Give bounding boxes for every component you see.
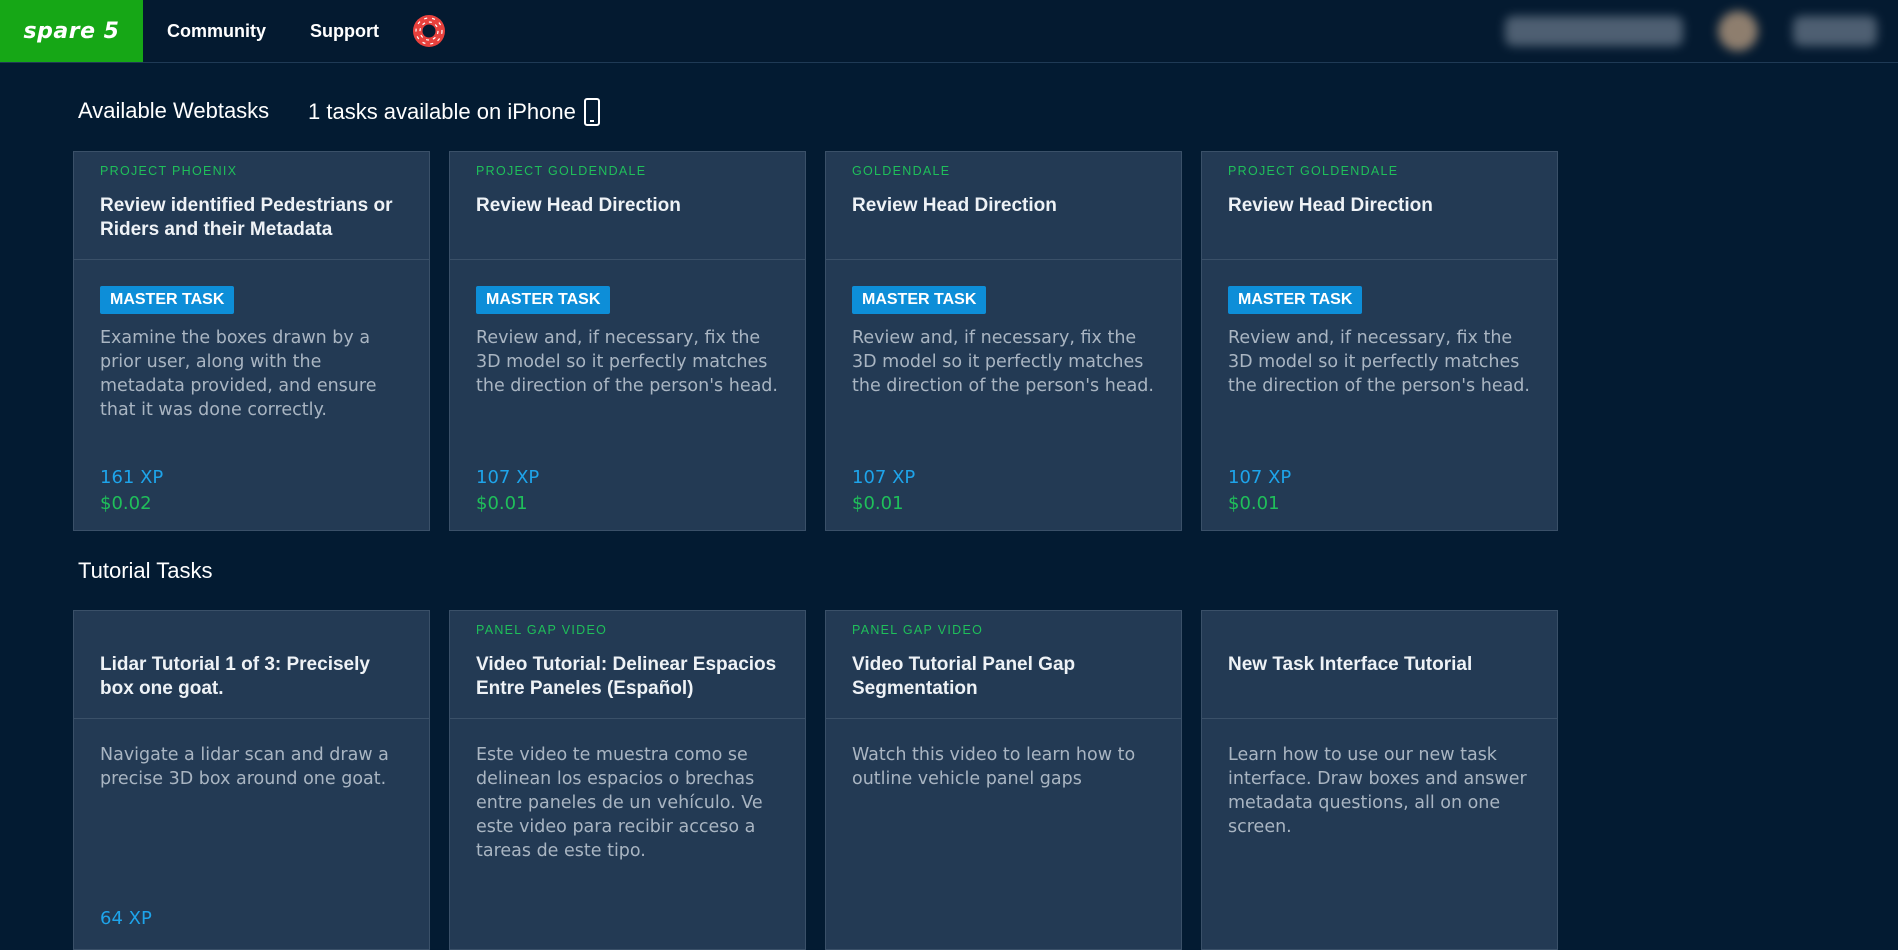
card-project-label: PROJECT PHOENIX — [100, 164, 238, 178]
card-title: Video Tutorial: Delinear Espacios Entre … — [476, 654, 777, 699]
card-description: Examine the boxes drawn by a prior user,… — [100, 328, 377, 420]
card-title: Review identified Pedestrians or Riders … — [100, 195, 393, 240]
available-webtasks-heading: Available Webtasks — [78, 98, 270, 123]
iphone-tasks-label: 1 tasks available on iPhone — [308, 99, 576, 124]
spare5-logo[interactable]: spare 5 — [0, 0, 143, 62]
card-header: New Task Interface Tutorial — [1202, 611, 1557, 719]
card-project-label: GOLDENDALE — [852, 164, 951, 178]
webtask-card[interactable]: PROJECT PHOENIX Review identified Pedest… — [73, 151, 430, 531]
card-project-label: PROJECT GOLDENDALE — [476, 164, 647, 178]
card-xp: 64 XP — [100, 908, 152, 929]
card-body: MASTER TASK Examine the boxes drawn by a… — [74, 260, 429, 422]
card-description: Review and, if necessary, fix the 3D mod… — [852, 328, 1154, 396]
blurred-balance — [1793, 16, 1877, 46]
master-task-badge: MASTER TASK — [100, 286, 235, 314]
card-project-label: PROJECT GOLDENDALE — [1228, 164, 1399, 178]
iphone-tasks-link[interactable]: 1 tasks available on iPhone — [308, 98, 600, 126]
card-title: Video Tutorial Panel Gap Segmentation — [852, 654, 1076, 699]
card-description: Watch this video to learn how to outline… — [852, 745, 1136, 789]
card-header: GOLDENDALE Review Head Direction — [826, 152, 1181, 260]
card-description: Review and, if necessary, fix the 3D mod… — [1228, 328, 1530, 396]
card-body: MASTER TASK Review and, if necessary, fi… — [450, 260, 805, 398]
card-header: PROJECT PHOENIX Review identified Pedest… — [74, 152, 429, 260]
tutorial-card[interactable]: New Task Interface Tutorial Learn how to… — [1201, 610, 1558, 950]
card-header: PANEL GAP VIDEO Video Tutorial: Delinear… — [450, 611, 805, 719]
card-pay: $0.02 — [100, 493, 152, 514]
card-title: Review Head Direction — [1228, 195, 1433, 216]
card-header: PROJECT GOLDENDALE Review Head Direction — [1202, 152, 1557, 260]
webtask-card[interactable]: GOLDENDALE Review Head Direction MASTER … — [825, 151, 1182, 531]
card-project-label — [100, 623, 403, 641]
card-description: Navigate a lidar scan and draw a precise… — [100, 745, 389, 789]
blurred-phone-number — [1505, 16, 1683, 46]
card-header: PANEL GAP VIDEO Video Tutorial Panel Gap… — [826, 611, 1181, 719]
webtask-card[interactable]: PROJECT GOLDENDALE Review Head Direction… — [1201, 151, 1558, 531]
top-navigation-bar: spare 5 Community Support — [0, 0, 1898, 63]
card-xp: 161 XP — [100, 467, 164, 488]
card-xp: 107 XP — [1228, 467, 1292, 488]
nav-support-link[interactable]: Support — [310, 0, 379, 62]
card-description: Este video te muestra como se delinean l… — [476, 745, 763, 861]
card-body: Navigate a lidar scan and draw a precise… — [74, 719, 429, 791]
card-pay: $0.01 — [852, 493, 904, 514]
master-task-badge: MASTER TASK — [1228, 286, 1363, 314]
card-pay: $0.01 — [476, 493, 528, 514]
card-title: Lidar Tutorial 1 of 3: Precisely box one… — [100, 654, 370, 699]
smartphone-icon — [583, 98, 600, 126]
webtask-card[interactable]: PROJECT GOLDENDALE Review Head Direction… — [449, 151, 806, 531]
card-header: PROJECT GOLDENDALE Review Head Direction — [450, 152, 805, 260]
lifebuoy-icon[interactable] — [411, 13, 447, 49]
master-task-badge: MASTER TASK — [476, 286, 611, 314]
tutorial-card[interactable]: PANEL GAP VIDEO Video Tutorial: Delinear… — [449, 610, 806, 950]
card-body: Learn how to use our new task interface.… — [1202, 719, 1557, 839]
master-task-badge: MASTER TASK — [852, 286, 987, 314]
avatar[interactable] — [1718, 11, 1758, 51]
card-body: Watch this video to learn how to outline… — [826, 719, 1181, 791]
card-xp: 107 XP — [852, 467, 916, 488]
card-title: New Task Interface Tutorial — [1228, 654, 1473, 675]
card-description: Review and, if necessary, fix the 3D mod… — [476, 328, 778, 396]
card-body: MASTER TASK Review and, if necessary, fi… — [826, 260, 1181, 398]
nav-community-link[interactable]: Community — [167, 0, 266, 62]
tutorial-tasks-heading: Tutorial Tasks — [78, 558, 213, 583]
card-description: Learn how to use our new task interface.… — [1228, 745, 1527, 837]
card-project-label: PANEL GAP VIDEO — [476, 623, 608, 637]
card-header: Lidar Tutorial 1 of 3: Precisely box one… — [74, 611, 429, 719]
card-title: Review Head Direction — [852, 195, 1057, 216]
tutorial-card[interactable]: PANEL GAP VIDEO Video Tutorial Panel Gap… — [825, 610, 1182, 950]
card-body: MASTER TASK Review and, if necessary, fi… — [1202, 260, 1557, 398]
card-xp: 107 XP — [476, 467, 540, 488]
card-pay: $0.01 — [1228, 493, 1280, 514]
card-project-label: PANEL GAP VIDEO — [852, 623, 984, 637]
tutorial-card[interactable]: Lidar Tutorial 1 of 3: Precisely box one… — [73, 610, 430, 950]
card-project-label — [1228, 623, 1531, 641]
card-body: Este video te muestra como se delinean l… — [450, 719, 805, 863]
card-title: Review Head Direction — [476, 195, 681, 216]
